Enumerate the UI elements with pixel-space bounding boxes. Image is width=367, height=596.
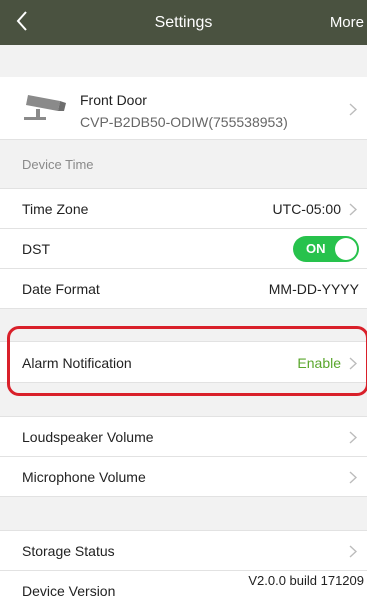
microphone-volume-row[interactable]: Microphone Volume <box>0 457 367 497</box>
time-zone-arrow <box>347 202 359 216</box>
device-version-row: Device Version V2.0.0 build 171209 <box>0 571 367 596</box>
storage-status-row[interactable]: Storage Status <box>0 530 367 571</box>
date-format-row[interactable]: Date Format MM-DD-YYYY <box>0 269 367 309</box>
loudspeaker-volume-label: Loudspeaker Volume <box>22 429 154 445</box>
chevron-right-icon <box>349 356 357 370</box>
alarm-notification-row[interactable]: Alarm Notification Enable <box>0 341 367 383</box>
section-gap <box>0 309 367 341</box>
section-gap <box>0 383 367 416</box>
device-row[interactable]: Front Door CVP-B2DB50-ODIW(755538953) <box>0 77 367 140</box>
chevron-right-icon <box>349 544 357 558</box>
device-version-label: Device Version <box>22 583 116 596</box>
time-zone-label: Time Zone <box>22 201 89 217</box>
chevron-right-icon <box>349 202 357 216</box>
toggle-knob <box>335 238 357 260</box>
alarm-notification-arrow <box>347 356 359 370</box>
date-format-label: Date Format <box>22 281 100 297</box>
security-camera-icon <box>24 95 66 120</box>
section-gap <box>0 45 367 77</box>
alarm-notification-value: Enable <box>297 355 341 371</box>
more-button[interactable]: More <box>330 0 364 45</box>
date-format-value: MM-DD-YYYY <box>268 281 359 297</box>
loudspeaker-volume-arrow <box>347 430 359 444</box>
page-title: Settings <box>154 14 213 31</box>
chevron-right-icon <box>349 430 357 444</box>
device-version-value: V2.0.0 build 171209 <box>248 573 364 588</box>
device-model: CVP-B2DB50-ODIW(755538953) <box>80 114 288 130</box>
device-row-arrow <box>347 102 359 116</box>
dst-toggle[interactable]: ON <box>293 236 359 262</box>
loudspeaker-volume-row[interactable]: Loudspeaker Volume <box>0 416 367 457</box>
chevron-right-icon <box>349 102 357 116</box>
time-zone-value: UTC-05:00 <box>272 201 341 217</box>
microphone-volume-arrow <box>347 470 359 484</box>
storage-status-arrow <box>347 544 359 558</box>
alarm-notification-label: Alarm Notification <box>22 355 132 371</box>
device-name: Front Door <box>80 92 147 108</box>
time-zone-row[interactable]: Time Zone UTC-05:00 <box>0 189 367 229</box>
dst-label: DST <box>22 241 50 257</box>
dst-row: DST ON <box>0 229 367 269</box>
section-gap <box>0 497 367 530</box>
chevron-right-icon <box>349 470 357 484</box>
storage-status-label: Storage Status <box>22 543 115 559</box>
top-bar: Settings More <box>0 0 367 45</box>
microphone-volume-label: Microphone Volume <box>22 469 146 485</box>
dst-toggle-text: ON <box>306 241 326 256</box>
section-header-label: Device Time <box>22 157 94 172</box>
section-header-device-time: Device Time <box>0 140 367 189</box>
